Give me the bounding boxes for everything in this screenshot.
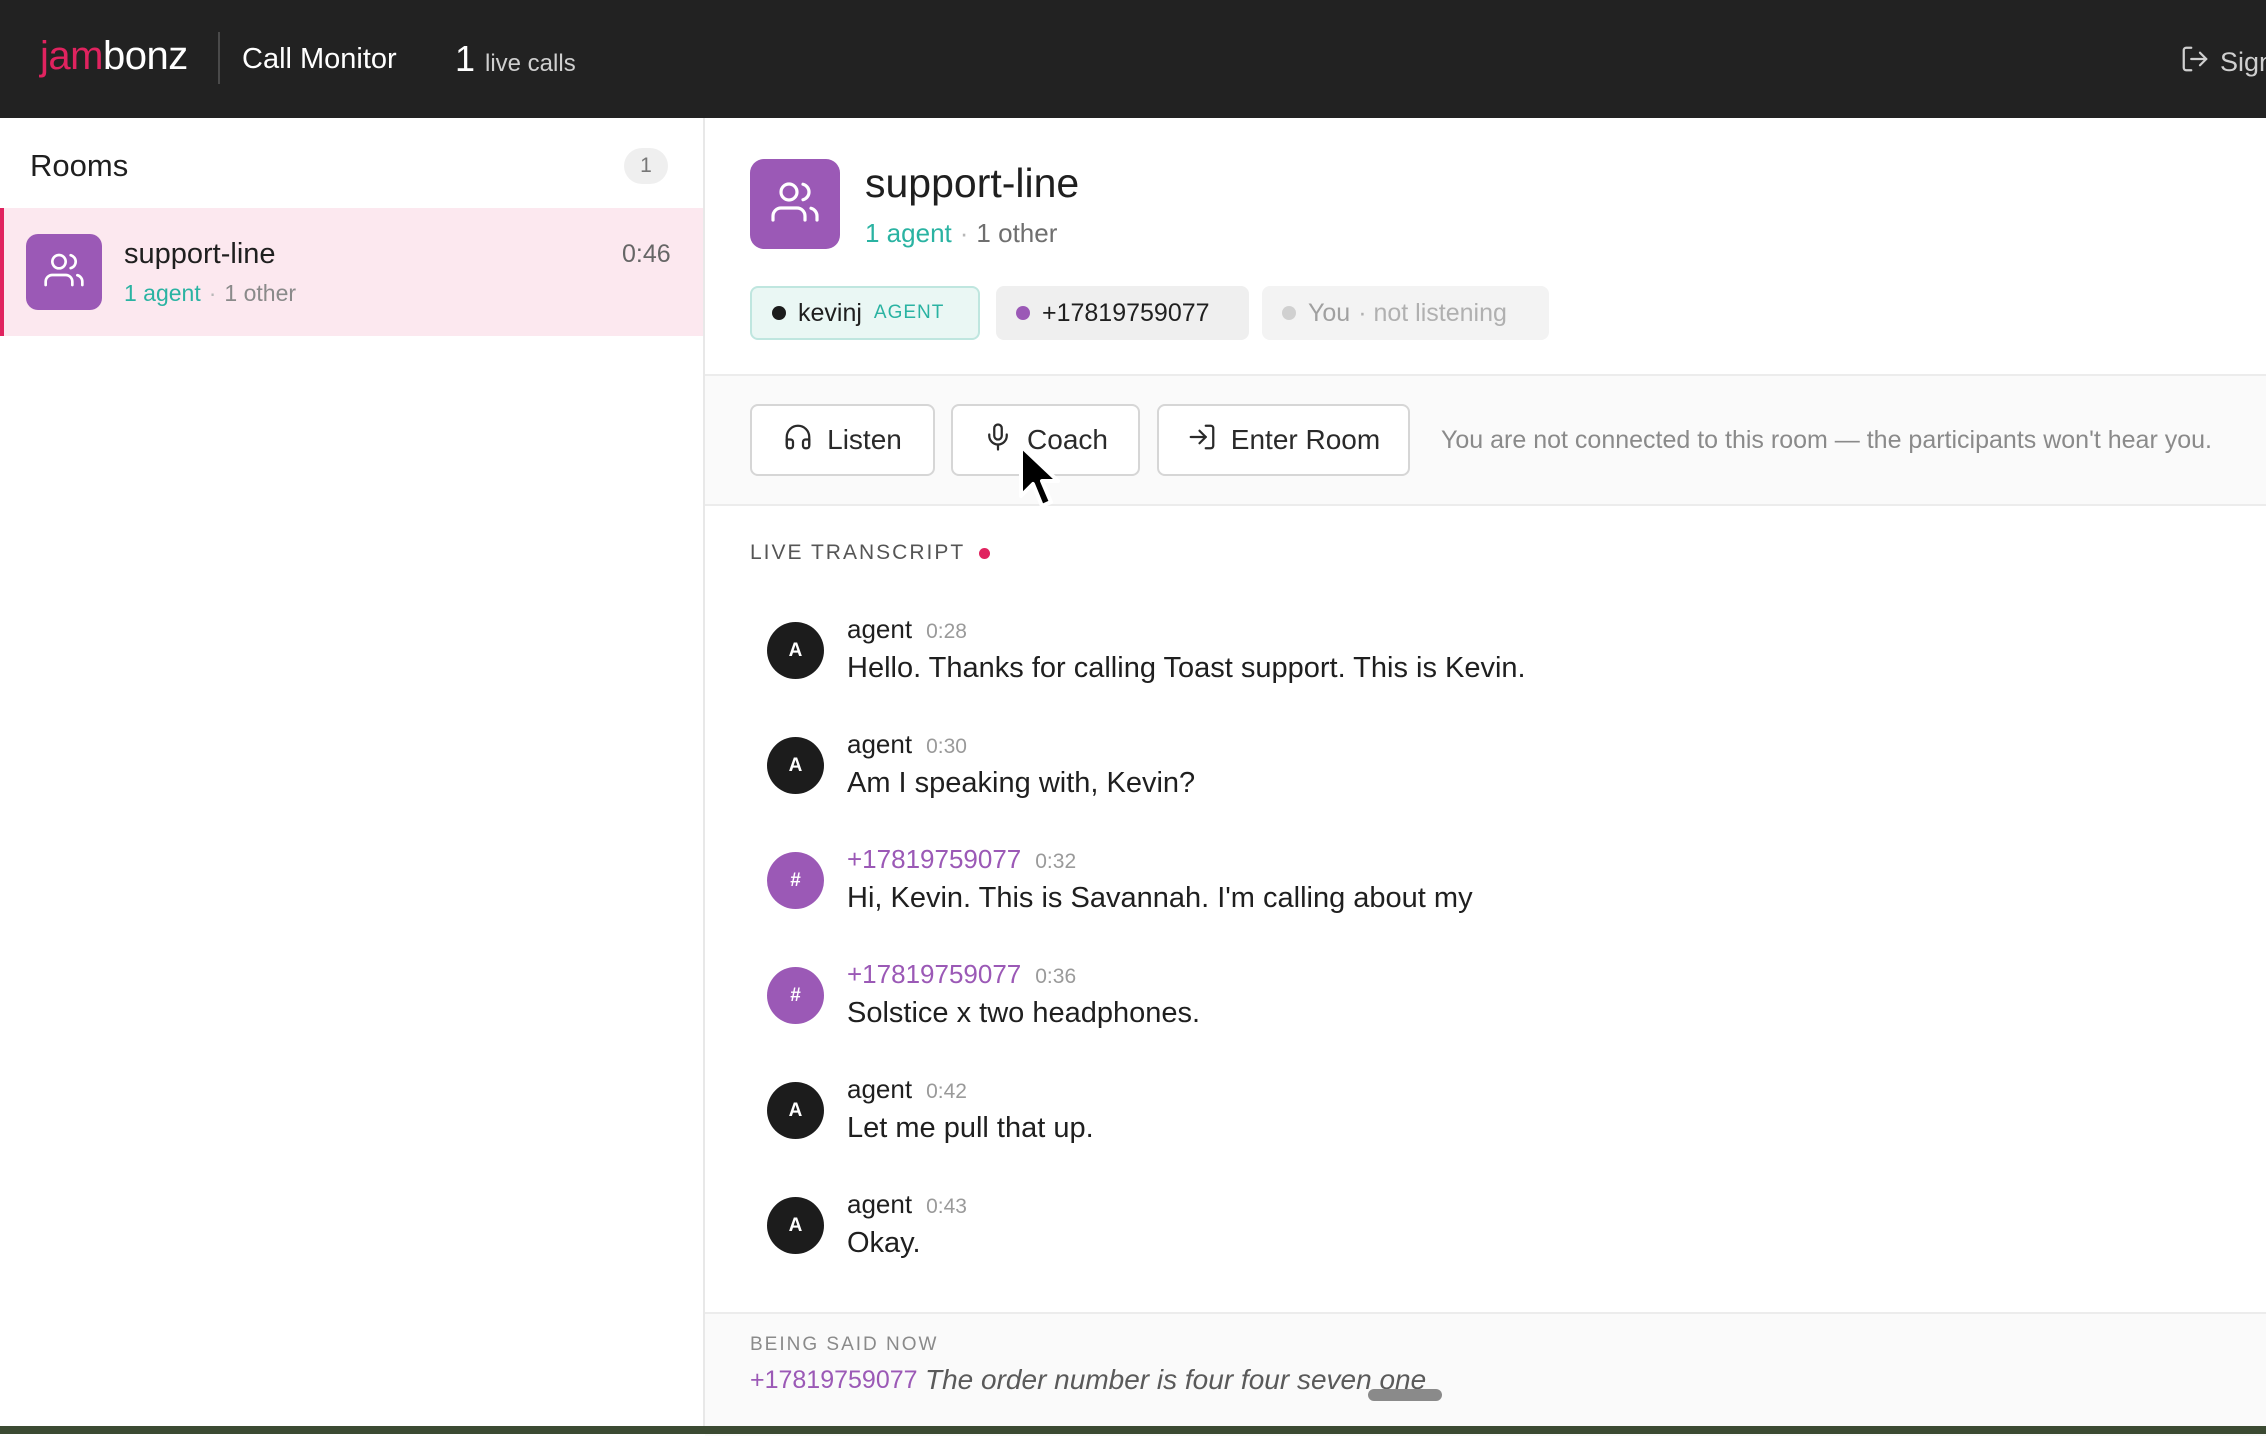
- participant-name: You: [1308, 298, 1351, 327]
- speaker-name: agent: [847, 614, 913, 644]
- transcript-message: # +17819759077 0:32 Hi, Kevin. This is Sa…: [767, 844, 2247, 944]
- speaker-avatar: A: [767, 1082, 824, 1139]
- rooms-count-badge: 1: [624, 148, 668, 184]
- sign-out-label: Sign: [2220, 47, 2266, 77]
- sign-out-button[interactable]: Sign: [2180, 44, 2266, 81]
- room-other-count: 1 other: [224, 280, 297, 306]
- message-text: Solstice x two headphones.: [847, 997, 1201, 1029]
- live-transcript-header: LIVE TRANSCRIPT: [750, 541, 991, 565]
- message-time: 0:32: [1035, 850, 1077, 873]
- message-text: Let me pull that up.: [847, 1112, 1094, 1144]
- speaker-avatar: #: [767, 967, 824, 1024]
- room-header: support-line 1 agent · 1 other kevinj AGEN…: [705, 118, 2266, 374]
- message-speaker-line: +17819759077 0:32: [847, 844, 1076, 875]
- connection-note: You are not connected to this room — the…: [1441, 426, 2212, 454]
- message-time: 0:42: [926, 1080, 967, 1103]
- current-speaker: +17819759077: [750, 1366, 918, 1394]
- enter-room-label: Enter Room: [1230, 424, 1381, 455]
- enter-room-button[interactable]: Enter Room: [1157, 404, 1410, 476]
- listening-status: · not listening: [1358, 298, 1507, 327]
- message-text: Hi, Kevin. This is Savannah. I'm calling…: [847, 882, 1473, 914]
- live-calls-label: live calls: [485, 50, 576, 77]
- transcript-message: A agent 0:42 Let me pull that up.: [767, 1074, 2247, 1174]
- window-bottom-edge: [0, 1426, 2266, 1434]
- message-time: 0:28: [926, 620, 967, 643]
- speaker-name: agent: [847, 729, 913, 759]
- agent-count: 1 agent: [865, 218, 952, 248]
- live-transcript-label: LIVE TRANSCRIPT: [750, 541, 966, 564]
- being-said-now-panel: BEING SAID NOW +17819759077 The order nu…: [705, 1312, 2266, 1436]
- message-speaker-line: agent 0:28: [847, 614, 967, 645]
- topbar-divider: [218, 32, 220, 84]
- other-count: 1 other: [976, 218, 1058, 248]
- sign-out-icon: [2180, 44, 2210, 81]
- message-speaker-line: +17819759077 0:36: [847, 959, 1076, 990]
- status-dot: [772, 306, 786, 320]
- speaker-avatar: A: [767, 622, 824, 679]
- being-said-now-label: BEING SAID NOW: [750, 1334, 939, 1355]
- mouse-pointer-icon: [1019, 444, 1060, 508]
- speaker-avatar: A: [767, 1197, 824, 1254]
- transcript-message: # +17819759077 0:36 Solstice x two headph…: [767, 959, 2247, 1059]
- message-time: 0:43: [926, 1195, 967, 1218]
- speaker-name: agent: [847, 1189, 913, 1219]
- participant-chip-you: You · not listening: [1262, 286, 1549, 340]
- speaker-name: agent: [847, 1074, 913, 1104]
- message-time: 0:30: [926, 735, 967, 758]
- speaker-avatar: A: [767, 737, 824, 794]
- room-header-avatar: [750, 159, 840, 249]
- live-call-count: 1: [455, 38, 476, 79]
- transcript-message: A agent 0:30 Am I speaking with, Kevin?: [767, 729, 2247, 829]
- status-dot: [1282, 306, 1296, 320]
- microphone-icon: [983, 422, 1013, 459]
- participant-name: kevinj: [798, 298, 862, 327]
- room-name: support-line: [124, 238, 276, 270]
- listen-label: Listen: [827, 424, 902, 455]
- recording-dot-icon: [979, 547, 991, 559]
- speaker-name: +17819759077: [847, 959, 1022, 989]
- room-agent-count: 1 agent: [124, 280, 201, 306]
- top-bar: jambonz Call Monitor 1 live calls Sign: [0, 0, 2266, 118]
- users-icon: [771, 178, 819, 231]
- enter-icon: [1187, 422, 1217, 459]
- rooms-title: Rooms: [30, 148, 129, 183]
- speaker-avatar: #: [767, 852, 824, 909]
- message-text: Am I speaking with, Kevin?: [847, 767, 1196, 799]
- status-dot: [1016, 306, 1030, 320]
- divider: [705, 504, 2266, 506]
- agent-role-tag: AGENT: [873, 302, 945, 323]
- message-speaker-line: agent 0:43: [847, 1189, 967, 1220]
- room-duration: 0:46: [622, 240, 671, 268]
- action-toolbar: Listen Coach Enter Room You are not conn…: [705, 376, 2266, 504]
- message-speaker-line: agent 0:30: [847, 729, 967, 760]
- room-avatar: [26, 234, 102, 310]
- rooms-sidebar: Rooms 1 support-line 1 agent · 1 other 0:4…: [0, 118, 705, 1434]
- room-title: support-line: [865, 160, 1080, 206]
- room-list-item[interactable]: support-line 1 agent · 1 other 0:46: [0, 208, 703, 336]
- headphones-icon: [783, 422, 813, 459]
- logo-jam: jam: [40, 34, 103, 78]
- speaker-name: +17819759077: [847, 844, 1022, 874]
- scrollbar-thumb[interactable]: [1368, 1389, 1442, 1401]
- app-title: Call Monitor: [242, 43, 397, 75]
- message-speaker-line: agent 0:42: [847, 1074, 967, 1105]
- transcript-message: A agent 0:43 Okay.: [767, 1189, 2247, 1289]
- room-meta: 1 agent · 1 other: [124, 280, 296, 307]
- participant-name: +17819759077: [1042, 298, 1210, 327]
- separator-dot: ·: [208, 280, 217, 306]
- separator-dot: ·: [959, 218, 969, 248]
- participant-chip-agent: kevinj AGENT: [750, 286, 980, 340]
- jambonz-logo[interactable]: jambonz: [40, 34, 188, 79]
- message-time: 0:36: [1035, 965, 1077, 988]
- interim-transcript-text: The order number is four four seven one: [925, 1364, 1427, 1395]
- message-text: Hello. Thanks for calling Toast support.…: [847, 652, 1526, 684]
- users-icon: [44, 250, 84, 295]
- room-subtitle: 1 agent · 1 other: [865, 218, 1057, 249]
- transcript-message: A agent 0:28 Hello. Thanks for calling To…: [767, 614, 2247, 714]
- participant-chip-caller: +17819759077: [996, 286, 1249, 340]
- message-text: Okay.: [847, 1227, 921, 1259]
- listen-button[interactable]: Listen: [750, 404, 935, 476]
- logo-bonz: bonz: [102, 34, 188, 78]
